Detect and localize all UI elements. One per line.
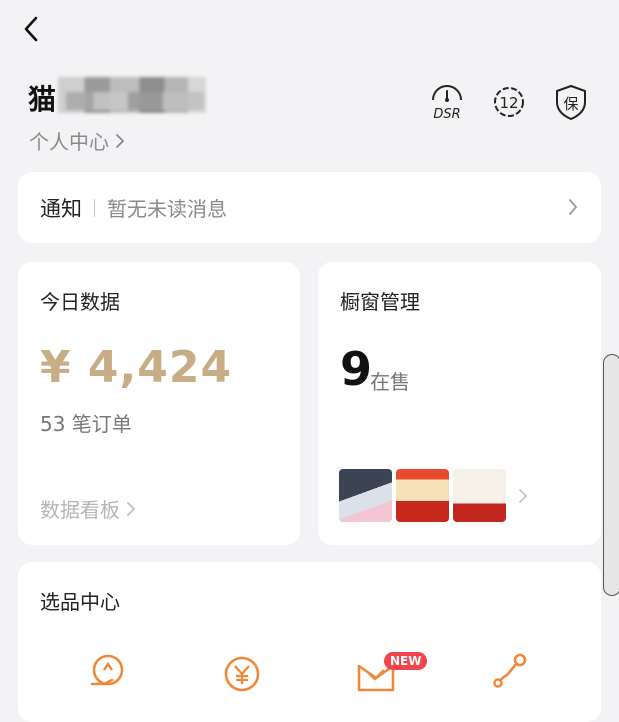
guarantee-shield-icon[interactable]: 保 xyxy=(553,82,589,122)
notice-card[interactable]: 通知 暂无未读消息 xyxy=(18,172,601,243)
back-arrow-icon[interactable] xyxy=(18,14,46,44)
selection-center-title: 选品中心 xyxy=(40,590,120,614)
badge-12-text: 12 xyxy=(499,94,518,112)
product-thumbnail[interactable] xyxy=(396,469,449,522)
chevron-right-icon xyxy=(569,199,578,215)
today-orders: 53 笔订单 xyxy=(40,412,132,436)
chevron-right-icon xyxy=(127,501,136,516)
on-sale-count: 9 xyxy=(340,342,373,396)
chevron-right-icon xyxy=(519,488,528,503)
dsr-label: DSR xyxy=(433,107,460,122)
window-management-card[interactable]: 橱窗管理 9 在售 xyxy=(318,262,601,545)
notice-divider xyxy=(94,198,95,217)
dsr-gauge-icon[interactable]: DSR xyxy=(429,82,465,122)
new-badge: NEW xyxy=(384,652,428,670)
data-dashboard-link[interactable]: 数据看板 xyxy=(40,494,136,523)
data-dashboard-label: 数据看板 xyxy=(40,498,120,522)
recommend-hand-icon[interactable] xyxy=(86,650,130,694)
chevron-right-icon xyxy=(116,133,125,148)
today-data-card[interactable]: 今日数据 ¥ 4,424 53 笔订单 数据看板 xyxy=(18,262,300,545)
today-amount: ¥ 4,424 xyxy=(40,342,233,393)
blurred-username-overlay xyxy=(66,92,204,110)
username: 猫 xyxy=(28,83,57,116)
shield-text: 保 xyxy=(563,95,578,113)
product-thumbnails[interactable] xyxy=(339,469,528,522)
side-drawer-handle[interactable] xyxy=(603,354,619,596)
yen-coin-icon[interactable] xyxy=(220,650,264,694)
personal-center-link[interactable]: 个人中心 xyxy=(29,126,125,155)
notice-label: 通知 xyxy=(40,196,82,221)
product-thumbnail[interactable] xyxy=(339,469,392,522)
product-thumbnail[interactable] xyxy=(453,469,506,522)
twelve-badge-icon[interactable]: 12 xyxy=(491,82,527,122)
today-data-title: 今日数据 xyxy=(40,290,120,314)
personal-center-label: 个人中心 xyxy=(29,130,109,154)
notice-text: 暂无未读消息 xyxy=(107,197,227,221)
route-nodes-icon[interactable] xyxy=(490,650,534,694)
header-icon-group: DSR 12 保 xyxy=(429,82,589,122)
selection-center-card: 选品中心 xyxy=(18,562,601,722)
on-sale-label: 在售 xyxy=(370,370,410,394)
window-management-title: 橱窗管理 xyxy=(340,290,420,314)
